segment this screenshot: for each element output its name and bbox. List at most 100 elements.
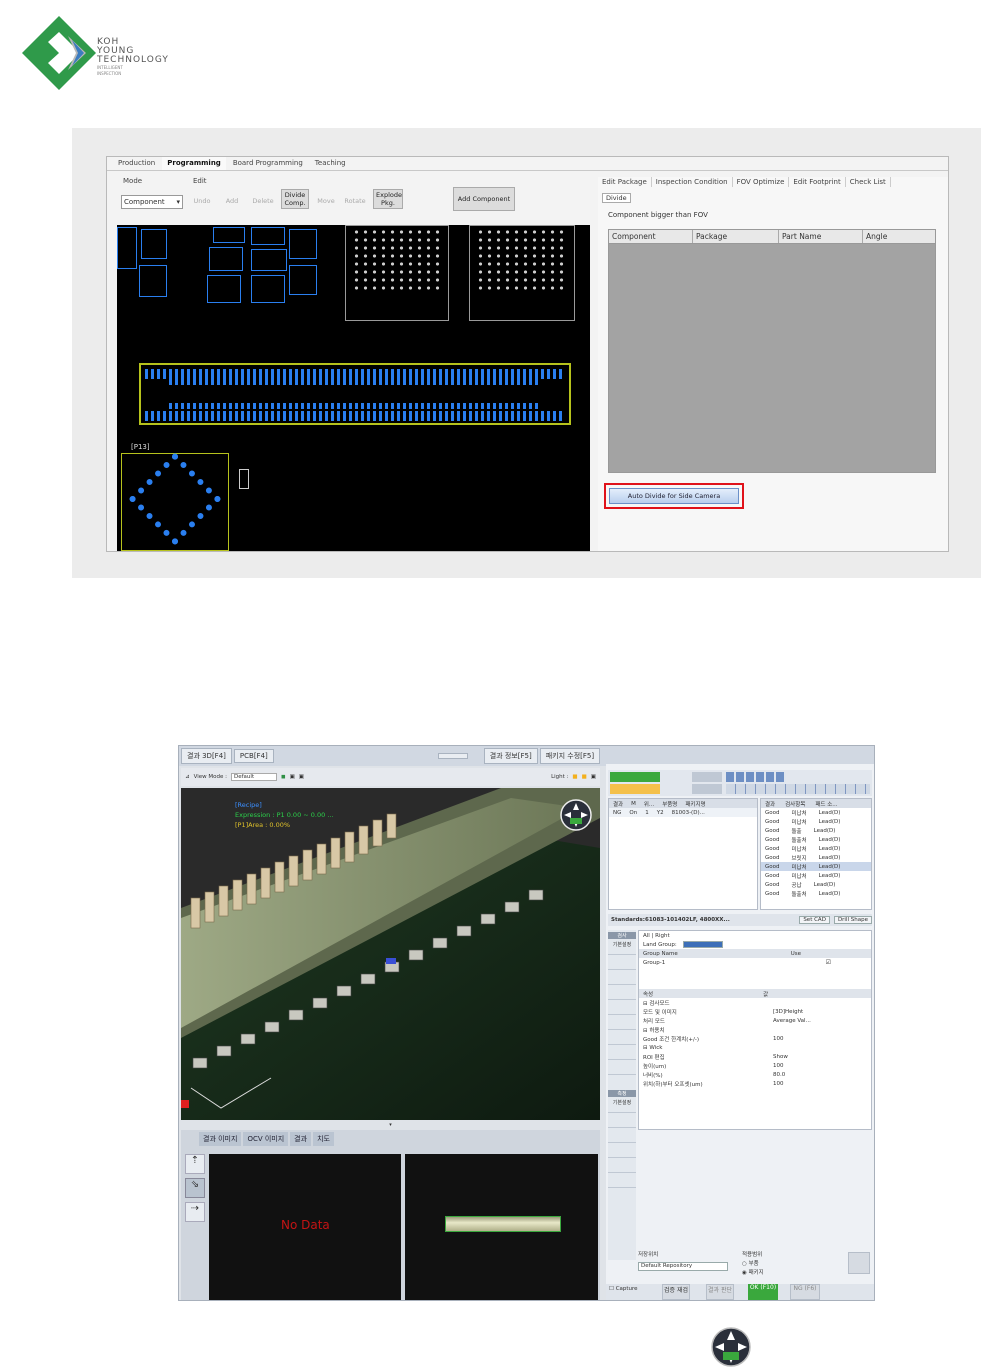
ok-button[interactable]: OK (F10) [748, 1284, 778, 1300]
component[interactable] [251, 275, 285, 303]
undo-button[interactable]: Undo [193, 197, 211, 205]
col-angle[interactable]: Angle [863, 230, 935, 243]
delete-button[interactable]: Delete [251, 197, 275, 205]
component[interactable] [207, 275, 241, 303]
navigation-compass-icon[interactable] [559, 798, 593, 832]
property-row[interactable]: 높이(um) 100 [639, 1061, 871, 1070]
land-group-select[interactable] [682, 941, 723, 948]
tab-production[interactable]: Production [113, 157, 160, 170]
property-row[interactable]: ⊟ 검사모드 [639, 998, 871, 1007]
move-button[interactable]: Move [315, 197, 337, 205]
col-inspection-item[interactable]: 검사항목 [785, 800, 805, 808]
tool-select-icon[interactable]: ⇘ [185, 1178, 205, 1198]
3d-view[interactable]: [Recipe] Expression : P1 0.00 ~ 0.00 ...… [181, 788, 600, 1120]
tab-divide[interactable]: Divide [602, 193, 631, 203]
divide-comp-button[interactable]: Divide Comp. [281, 189, 309, 209]
component[interactable] [209, 247, 243, 271]
col-detail-result[interactable]: 결과 [765, 800, 775, 808]
tab-dimension[interactable]: 치도 [313, 1132, 334, 1146]
table-row[interactable]: Good 돌출처 Lead(D) [761, 889, 871, 898]
tab-edit-package[interactable]: Edit Package [598, 177, 652, 187]
property-row[interactable]: ⊟ 허용치 [639, 1025, 871, 1034]
add-button[interactable]: Add [223, 197, 241, 205]
radio-package[interactable]: ◉ 패키지 [742, 1268, 764, 1276]
add-component-button[interactable]: Add Component [453, 187, 515, 211]
bga-component[interactable] [469, 225, 575, 321]
view-icon[interactable]: ▣ [290, 774, 295, 780]
checkbox-checked-icon[interactable]: ☑ [826, 959, 831, 966]
save-icon[interactable]: ▣ [591, 774, 600, 780]
property-row[interactable]: 처리 모드 Average Val... [639, 1016, 871, 1025]
ng-button[interactable]: NG (F6) [790, 1284, 820, 1300]
explode-pkg-button[interactable]: Explode Pkg. [373, 189, 403, 209]
light-icon[interactable]: ■ [572, 774, 577, 780]
judge-button[interactable]: 결과 판단 [706, 1284, 734, 1300]
component[interactable] [251, 227, 285, 245]
board-button[interactable] [692, 772, 722, 782]
filter-toggle-button[interactable] [610, 784, 660, 794]
tab-result-info[interactable]: 결과 정보[F5] [483, 748, 538, 764]
radio-part[interactable]: ○ 부품 [742, 1259, 759, 1267]
col-package[interactable]: Package [693, 230, 779, 243]
good-filter-button[interactable] [610, 772, 660, 782]
all-right-toggle[interactable]: All | Right [639, 931, 871, 940]
repository-select[interactable]: Default Repository [638, 1262, 728, 1271]
table-row[interactable]: Good 돌출처 Lead(D) [761, 835, 871, 844]
col-pad[interactable]: 패드 소... [815, 800, 837, 808]
result-image-view[interactable]: No Data [209, 1154, 401, 1300]
tab-board-programming[interactable]: Board Programming [228, 157, 308, 170]
table-row[interactable]: Good 미납처 Lead(D) [761, 871, 871, 880]
detail-list[interactable]: 결과 검사항목 패드 소... Good 미납처 Lead(D) Good 미납처 Lea… [760, 798, 872, 910]
tab-edit-footprint[interactable]: Edit Footprint [789, 177, 846, 187]
component[interactable] [289, 229, 317, 259]
property-row[interactable]: 모드 및 이미지 [3D]Height [639, 1007, 871, 1016]
component[interactable] [213, 227, 245, 243]
light2-icon[interactable]: ■ [582, 774, 587, 780]
drill-shape-button[interactable]: Drill Shape [833, 916, 872, 924]
rotate-button[interactable]: Rotate [341, 197, 369, 205]
component[interactable] [117, 227, 137, 269]
side-label-inspection[interactable]: 검사 [608, 932, 636, 939]
col-result[interactable]: 결과 [613, 800, 623, 808]
view2-icon[interactable]: ▣ [299, 774, 304, 780]
col-component[interactable]: Component [609, 230, 693, 243]
tab-check-list[interactable]: Check List [846, 177, 891, 187]
component[interactable] [139, 265, 167, 297]
tool-pointer-icon[interactable]: ⇡ [185, 1154, 205, 1174]
set-cad-button[interactable]: Set CAD [799, 916, 830, 924]
col-package[interactable]: 패키지명 [685, 800, 705, 808]
comp-button[interactable] [692, 784, 722, 794]
mode-select[interactable]: Component ▾ [121, 195, 183, 209]
tool-measure-icon[interactable]: ⇢ [185, 1202, 205, 1222]
tab-result-3d[interactable]: 결과 3D[F4] [181, 748, 232, 764]
apply-button[interactable] [848, 1252, 870, 1274]
property-row[interactable]: ROI 편집 Show [639, 1052, 871, 1061]
property-row[interactable]: Good 조건 한계치(+/-) 100 [639, 1034, 871, 1043]
table-row[interactable]: NG On 1 Y2 81003-(D)... [609, 808, 757, 817]
col-m[interactable]: M [631, 801, 636, 807]
component[interactable] [289, 265, 317, 295]
filter-letter-buttons[interactable] [726, 784, 870, 794]
tab-ocv-image[interactable]: OCV 이미지 [243, 1132, 289, 1146]
property-row[interactable]: 위치(하)부터 오프셋(um) 100 [639, 1079, 871, 1088]
col-part-name[interactable]: Part Name [779, 230, 863, 243]
measure-checkbox-list[interactable] [608, 1106, 636, 1196]
tab-teaching[interactable]: Teaching [310, 157, 351, 170]
view-buttons[interactable] [726, 772, 786, 782]
table-row[interactable]: Good 공납 Lead(D) [761, 880, 871, 889]
bga-component[interactable] [345, 225, 449, 321]
cad-canvas[interactable]: [P13] [117, 225, 590, 551]
table-row[interactable]: Good 브릿지 Lead(D) [761, 853, 871, 862]
table-row[interactable]: Good 미납처 Lead(D) [761, 808, 871, 817]
component[interactable] [251, 249, 287, 271]
capture-checkbox[interactable]: ☐ Capture [609, 1286, 638, 1292]
tab-result[interactable]: 결과 [290, 1132, 312, 1146]
splitter-icon[interactable]: ▾ [181, 1122, 600, 1128]
component-image-view[interactable] [405, 1154, 598, 1300]
connector-component[interactable] [139, 363, 571, 425]
component[interactable] [239, 469, 249, 489]
property-row[interactable]: ⊟ Wick [639, 1043, 871, 1052]
tab-package-edit[interactable]: 패키지 수정[F5] [539, 748, 601, 764]
auto-divide-button[interactable]: Auto Divide for Side Camera [609, 488, 739, 504]
property-row[interactable]: 너비(%) 80.0 [639, 1070, 871, 1079]
